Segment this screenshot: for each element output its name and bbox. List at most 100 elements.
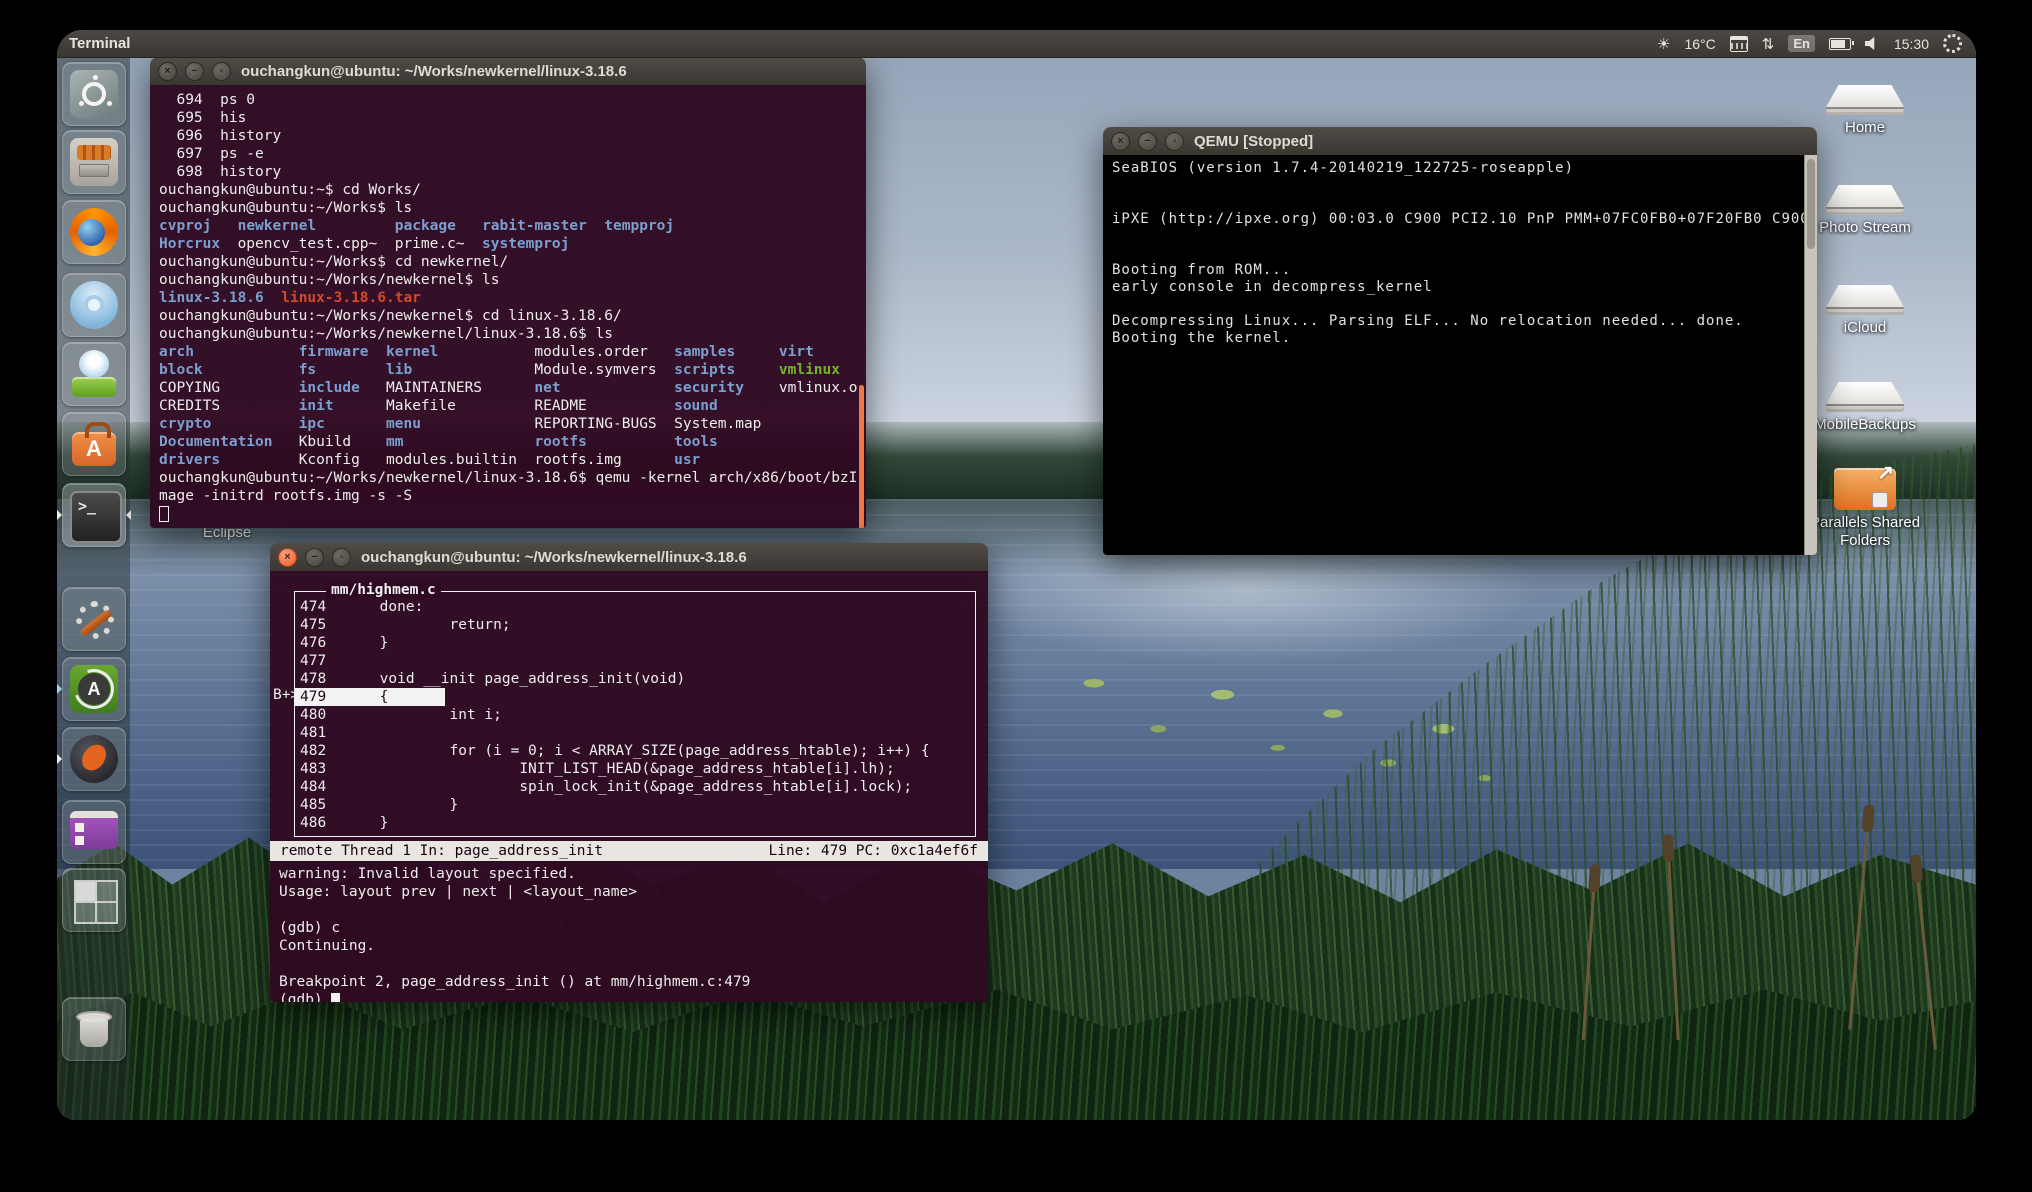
desktop-icon-label: iCloud bbox=[1805, 319, 1925, 337]
desktop-icon-photo-stream[interactable]: Photo Stream bbox=[1805, 185, 1925, 237]
desktop-icon-home[interactable]: Home bbox=[1805, 85, 1925, 137]
terminal1-body[interactable]: 694 ps 0 695 his 696 history 697 ps -e 6… bbox=[150, 85, 866, 528]
running-pip-icon bbox=[57, 754, 67, 764]
trash-icon bbox=[70, 1005, 118, 1053]
focused-arrow-icon bbox=[121, 510, 131, 520]
drive-icon bbox=[1826, 285, 1904, 315]
desktop-icon-mobile-backups[interactable]: MobileBackups bbox=[1805, 382, 1925, 434]
qemu-display[interactable]: SeaBIOS (version 1.7.4-20140219_122725-r… bbox=[1103, 155, 1817, 555]
weather-icon[interactable]: ☀ bbox=[1657, 35, 1670, 53]
gdb-source-line: 486 } bbox=[295, 814, 975, 832]
gdb-source-line: 484 spin_lock_init(&page_address_htable[… bbox=[295, 778, 975, 796]
qemu-window[interactable]: × − ▫ QEMU [Stopped] SeaBIOS (version 1.… bbox=[1103, 127, 1817, 555]
launcher-item-software-updater[interactable] bbox=[62, 657, 126, 721]
gdb-source-line: 481 bbox=[295, 724, 975, 742]
running-pip-icon bbox=[57, 510, 67, 520]
system-settings-icon bbox=[70, 595, 118, 643]
thunderbird-icon bbox=[70, 735, 118, 783]
keyboard-indicator[interactable]: En bbox=[1788, 35, 1815, 52]
gdb-source-line: 475 return; bbox=[295, 616, 975, 634]
desktop-icon-label: Home bbox=[1805, 119, 1925, 137]
gdb-status-left: remote Thread 1 In: page_address_init bbox=[280, 841, 603, 861]
launcher-item-kylin-assistant[interactable] bbox=[62, 342, 126, 406]
terminal1-titlebar[interactable]: × − ▫ ouchangkun@ubuntu: ~/Works/newkern… bbox=[150, 57, 866, 86]
drive-icon bbox=[1826, 85, 1904, 115]
launcher-item-dash[interactable] bbox=[62, 62, 126, 126]
launcher-item-workspace-switcher[interactable] bbox=[62, 868, 126, 932]
terminal2-titlebar[interactable]: × − ▫ ouchangkun@ubuntu: ~/Works/newkern… bbox=[270, 543, 988, 572]
calendar-icon[interactable] bbox=[1730, 36, 1748, 52]
launcher-item-terminal[interactable] bbox=[62, 483, 126, 547]
desktop-icon-label: Photo Stream bbox=[1805, 219, 1925, 237]
battery-icon[interactable] bbox=[1829, 38, 1851, 50]
gdb-source-line: 480 int i; bbox=[295, 706, 975, 724]
unity-launcher bbox=[57, 57, 130, 1120]
terminal2-body[interactable]: mm/highmem.c 474 done:475 return;476 }47… bbox=[270, 571, 988, 1002]
qemu-title: QEMU [Stopped] bbox=[1194, 133, 1313, 150]
drive-icon bbox=[1826, 382, 1904, 412]
launcher-item-file-manager[interactable] bbox=[62, 130, 126, 194]
maximize-icon[interactable]: ▫ bbox=[332, 548, 351, 567]
screen: Home Photo Stream iCloud MobileBackups Paral… bbox=[0, 0, 2032, 1192]
close-icon[interactable]: × bbox=[278, 548, 297, 567]
gdb-console[interactable]: warning: Invalid layout specified.Usage:… bbox=[279, 865, 984, 1002]
running-pip-icon bbox=[57, 684, 67, 694]
drive-icon bbox=[1826, 185, 1904, 215]
desktop-icon-parallels-shared-folders[interactable]: Parallels Shared Folders bbox=[1805, 462, 1925, 550]
terminal-window-1[interactable]: × − ▫ ouchangkun@ubuntu: ~/Works/newkern… bbox=[150, 57, 866, 528]
pfolder-icon bbox=[1834, 462, 1896, 510]
maximize-icon[interactable]: ▫ bbox=[1165, 132, 1184, 151]
top-panel: Terminal ☀ 16°C ⇅ En 15:30 bbox=[57, 30, 1976, 58]
launcher-item-purple-app[interactable] bbox=[62, 800, 126, 864]
terminal-window-gdb[interactable]: × − ▫ ouchangkun@ubuntu: ~/Works/newkern… bbox=[270, 543, 988, 1002]
minimize-icon[interactable]: − bbox=[185, 62, 204, 81]
launcher-item-system-settings[interactable] bbox=[62, 587, 126, 651]
firefox-icon bbox=[70, 208, 118, 256]
gdb-status-bar: remote Thread 1 In: page_address_init Li… bbox=[270, 841, 988, 861]
purple-app-icon bbox=[70, 811, 118, 849]
gdb-source-line: 485 } bbox=[295, 796, 975, 814]
terminal1-title: ouchangkun@ubuntu: ~/Works/newkernel/lin… bbox=[241, 63, 627, 80]
session-gear-icon[interactable] bbox=[1943, 34, 1962, 53]
workspace-switcher-icon bbox=[74, 880, 118, 924]
panel-app-title: Terminal bbox=[69, 35, 130, 52]
desktop-icon-label: MobileBackups bbox=[1805, 416, 1925, 434]
kylin-assistant-icon bbox=[70, 350, 118, 398]
terminal2-title: ouchangkun@ubuntu: ~/Works/newkernel/lin… bbox=[361, 549, 747, 566]
minimize-icon[interactable]: − bbox=[305, 548, 324, 567]
gdb-source-window: 474 done:475 return;476 }477478 void __i… bbox=[294, 591, 976, 837]
gdb-source-line: 482 for (i = 0; i < ARRAY_SIZE(page_addr… bbox=[295, 742, 975, 760]
desktop-icon-icloud[interactable]: iCloud bbox=[1805, 285, 1925, 337]
weather-temp[interactable]: 16°C bbox=[1684, 36, 1715, 52]
minimize-icon[interactable]: − bbox=[1138, 132, 1157, 151]
launcher-item-firefox[interactable] bbox=[62, 200, 126, 264]
gdb-status-right: Line: 479 PC: 0xc1a4ef6f bbox=[768, 841, 978, 861]
maximize-icon[interactable]: ▫ bbox=[212, 62, 231, 81]
qemu-scrollbar[interactable] bbox=[1804, 155, 1817, 555]
system-tray: ☀ 16°C ⇅ En 15:30 bbox=[1657, 34, 1976, 53]
gdb-source-line: 477 bbox=[295, 652, 975, 670]
sync-arrows-icon[interactable]: ⇅ bbox=[1762, 35, 1775, 53]
gdb-source-line: 474 done: bbox=[295, 598, 975, 616]
qemu-titlebar[interactable]: × − ▫ QEMU [Stopped] bbox=[1103, 127, 1817, 156]
close-icon[interactable]: × bbox=[158, 62, 177, 81]
close-icon[interactable]: × bbox=[1111, 132, 1130, 151]
gdb-source-filename: mm/highmem.c bbox=[326, 582, 441, 598]
launcher-item-thunderbird[interactable] bbox=[62, 727, 126, 791]
desktop[interactable]: Home Photo Stream iCloud MobileBackups Paral… bbox=[57, 30, 1976, 1120]
software-center-icon bbox=[70, 420, 118, 468]
launcher-item-software-center[interactable] bbox=[62, 412, 126, 476]
file-manager-icon bbox=[70, 138, 118, 186]
software-updater-icon bbox=[70, 665, 118, 713]
volume-icon[interactable] bbox=[1865, 37, 1880, 51]
terminal-icon bbox=[70, 491, 122, 543]
chromium-icon bbox=[70, 281, 118, 329]
launcher-item-trash[interactable] bbox=[62, 997, 126, 1061]
clock[interactable]: 15:30 bbox=[1894, 36, 1929, 52]
desktop-icon-label: Parallels Shared Folders bbox=[1805, 514, 1925, 550]
scrollbar-thumb[interactable] bbox=[859, 385, 864, 528]
gdb-source-line: 476 } bbox=[295, 634, 975, 652]
gdb-breakpoint-marker: B+> bbox=[273, 687, 299, 703]
gdb-source-line: 478 void __init page_address_init(void) bbox=[295, 670, 975, 688]
launcher-item-chromium[interactable] bbox=[62, 273, 126, 337]
